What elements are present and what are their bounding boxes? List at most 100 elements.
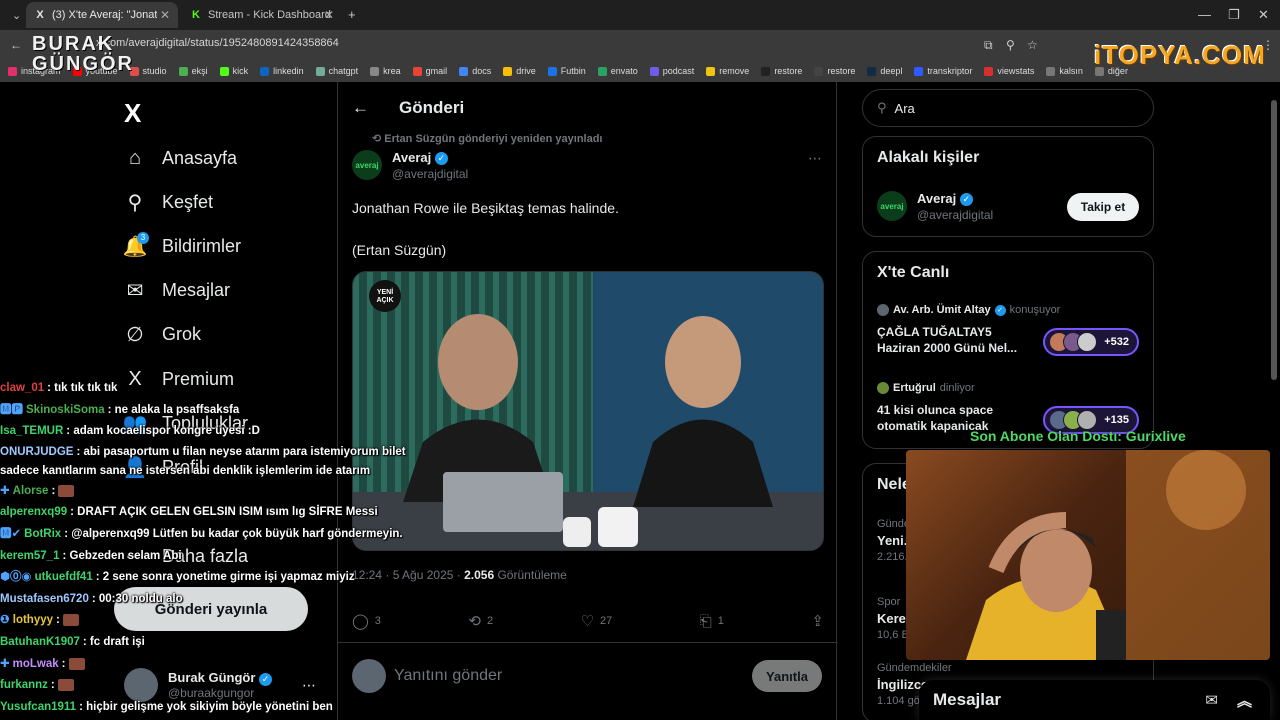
- video-watermark: YENİ AÇIK: [376, 289, 394, 304]
- chat-username[interactable]: kerem57_1: [0, 550, 59, 562]
- bookmark-item[interactable]: transkriptor: [914, 66, 972, 76]
- reply-button[interactable]: Yanıtla: [752, 660, 822, 692]
- bookmark-item[interactable]: ekşi: [178, 66, 208, 76]
- install-app-icon[interactable]: ⧉: [984, 38, 993, 53]
- space-host-row: Av. Arb. Ümit Altay ✓ konuşuyor: [877, 304, 1060, 316]
- bookmark-item[interactable]: viewstats: [984, 66, 1034, 76]
- chat-username[interactable]: claw_01: [0, 382, 44, 394]
- chat-username[interactable]: Yusufcan1911: [0, 701, 76, 713]
- chat-username[interactable]: utkuefdf41: [35, 571, 93, 583]
- listener-count: +532: [1104, 336, 1129, 348]
- chat-message: Mustafasen6720: 00:30 noldu alo: [0, 589, 420, 611]
- tab-list-button[interactable]: ⌄: [4, 2, 24, 28]
- nav-item-mesajlar[interactable]: ✉ Mesajlar: [124, 279, 230, 302]
- back-icon[interactable]: ←: [10, 38, 22, 52]
- bookmark-item[interactable]: gmail: [412, 66, 447, 76]
- chat-username[interactable]: Mustafasen6720: [0, 593, 89, 605]
- bookmark-item[interactable]: envato: [597, 66, 638, 76]
- kick-favicon-icon: K: [192, 9, 200, 21]
- bookmark-item[interactable]: krea: [370, 66, 401, 76]
- related-avatar[interactable]: averaj: [877, 191, 907, 221]
- space-listeners-pill[interactable]: +532: [1043, 328, 1139, 356]
- expand-icon[interactable]: ︽: [1237, 690, 1252, 711]
- bookmark-item[interactable]: drive: [503, 66, 536, 76]
- repost-action[interactable]: ⟲ 2: [468, 612, 493, 630]
- related-name-row: Averaj ✓: [917, 191, 993, 207]
- avatar: [877, 304, 889, 316]
- chat-username[interactable]: Isa_TEMUR: [0, 425, 63, 437]
- messages-drawer[interactable]: Mesajlar ✉ ︽: [919, 680, 1270, 720]
- new-message-icon[interactable]: ✉: [1205, 691, 1218, 709]
- page-scrollbar[interactable]: [1271, 100, 1277, 380]
- nav-item-keşfet[interactable]: ⚲ Keşfet: [124, 191, 213, 214]
- close-tab-icon[interactable]: ✕: [324, 8, 334, 22]
- author-handle[interactable]: @averajdigital: [392, 167, 468, 181]
- bookmark-item[interactable]: remove: [706, 66, 749, 76]
- bookmark-favicon-icon: [597, 66, 607, 76]
- bookmark-item[interactable]: Futbin: [547, 66, 586, 76]
- bookmark-item[interactable]: kick: [219, 66, 248, 76]
- nav-item-grok[interactable]: ∅ Grok: [124, 323, 201, 346]
- space-status: konuşuyor: [1009, 304, 1061, 316]
- bookmark-label: studio: [142, 66, 167, 76]
- chat-username[interactable]: BotRix: [24, 528, 61, 540]
- space-item[interactable]: Av. Arb. Ümit Altay ✓ konuşuyor ÇAĞLA TUĞA…: [877, 304, 1060, 356]
- tweet-author[interactable]: averaj Averaj ✓ @averajdigital: [352, 150, 468, 181]
- chat-username[interactable]: Alorse: [13, 485, 49, 497]
- related-person[interactable]: averaj Averaj ✓ @averajdigital: [877, 191, 993, 222]
- chat-text: fc draft işi: [89, 635, 145, 648]
- space-item[interactable]: Ertuğrul dinliyor 41 kisi olunca space oto…: [877, 382, 993, 434]
- zoom-icon[interactable]: ⚲: [1006, 38, 1015, 52]
- window-close-button[interactable]: ✕: [1258, 7, 1269, 23]
- bookmark-item[interactable]: podcast: [649, 66, 694, 76]
- repost-text[interactable]: Ertan Süzgün gönderiyi yeniden yayınladı: [384, 133, 602, 145]
- tab-kick-dashboard[interactable]: K Stream - Kick Dashboard ✕: [182, 2, 342, 28]
- back-arrow-icon[interactable]: ←: [352, 98, 369, 118]
- bookmark-item[interactable]: restore: [814, 66, 855, 76]
- bookmark-star-icon[interactable]: ☆: [1027, 38, 1038, 52]
- bookmark-favicon-icon: [867, 66, 877, 76]
- like-action[interactable]: ♡ 27: [581, 612, 613, 630]
- nav-item-anasayfa[interactable]: ⌂ Anasayfa: [124, 147, 237, 169]
- close-tab-icon[interactable]: ✕: [160, 8, 170, 22]
- chat-message: ✚ moLwak:: [0, 654, 420, 676]
- bookmark-favicon-icon: [984, 66, 994, 76]
- tweet-more-icon[interactable]: ⋯: [808, 150, 822, 167]
- chat-username[interactable]: BatuhanK1907: [0, 636, 80, 648]
- chat-username[interactable]: lothyyy: [13, 614, 53, 626]
- bookmark-item[interactable]: linkedin: [260, 66, 304, 76]
- minimize-button[interactable]: —: [1198, 7, 1211, 22]
- chat-badge-icon: 🅼🅿: [0, 403, 23, 416]
- bookmark-item[interactable]: studio: [129, 66, 167, 76]
- share-action[interactable]: ⇪: [811, 612, 824, 630]
- related-title: Alakalı kişiler: [877, 149, 980, 166]
- space-title-line: 41 kisi olunca space: [877, 403, 994, 417]
- x-logo-icon[interactable]: X: [124, 98, 141, 129]
- bookmark-item[interactable]: chatgpt: [315, 66, 358, 76]
- search-input[interactable]: ⚲ Ara: [862, 89, 1154, 127]
- bookmark-label: transkriptor: [927, 66, 973, 76]
- bookmark-item[interactable]: docs: [459, 66, 491, 76]
- follow-button[interactable]: Takip et: [1067, 193, 1139, 221]
- chat-separator: :: [61, 657, 69, 670]
- chat-username[interactable]: moLwak: [13, 658, 59, 670]
- chat-username[interactable]: alperenxq99: [0, 506, 67, 518]
- maximize-button[interactable]: ❐: [1228, 7, 1240, 23]
- bookmark-item[interactable]: kalsın: [1046, 66, 1083, 76]
- chat-username[interactable]: SkinoskiSoma: [26, 404, 105, 416]
- bookmark-action[interactable]: ⎗ 1: [700, 612, 724, 630]
- tweet-video[interactable]: YENİ AÇIK: [352, 271, 824, 551]
- chat-emote-icon: [57, 679, 74, 692]
- new-tab-button[interactable]: +: [348, 7, 356, 22]
- nav-item-label: Bildirimler: [162, 235, 242, 256]
- chat-username[interactable]: ONURJUDGE: [0, 446, 73, 458]
- tab-x-post[interactable]: X (3) X'te Averaj: "Jonathan R... ✕: [26, 2, 178, 28]
- bookmark-item[interactable]: restore: [761, 66, 802, 76]
- chat-separator: :: [50, 679, 58, 692]
- bookmark-item[interactable]: deepl: [867, 66, 902, 76]
- author-name[interactable]: Averaj: [392, 150, 431, 165]
- chat-username[interactable]: furkannz: [0, 679, 48, 691]
- author-avatar[interactable]: averaj: [352, 150, 382, 180]
- bookmark-favicon-icon: [219, 66, 229, 76]
- tweet-actions: ◯ 3 ⟲ 2 ♡ 27 ⎗ 1 ⇪: [352, 612, 824, 631]
